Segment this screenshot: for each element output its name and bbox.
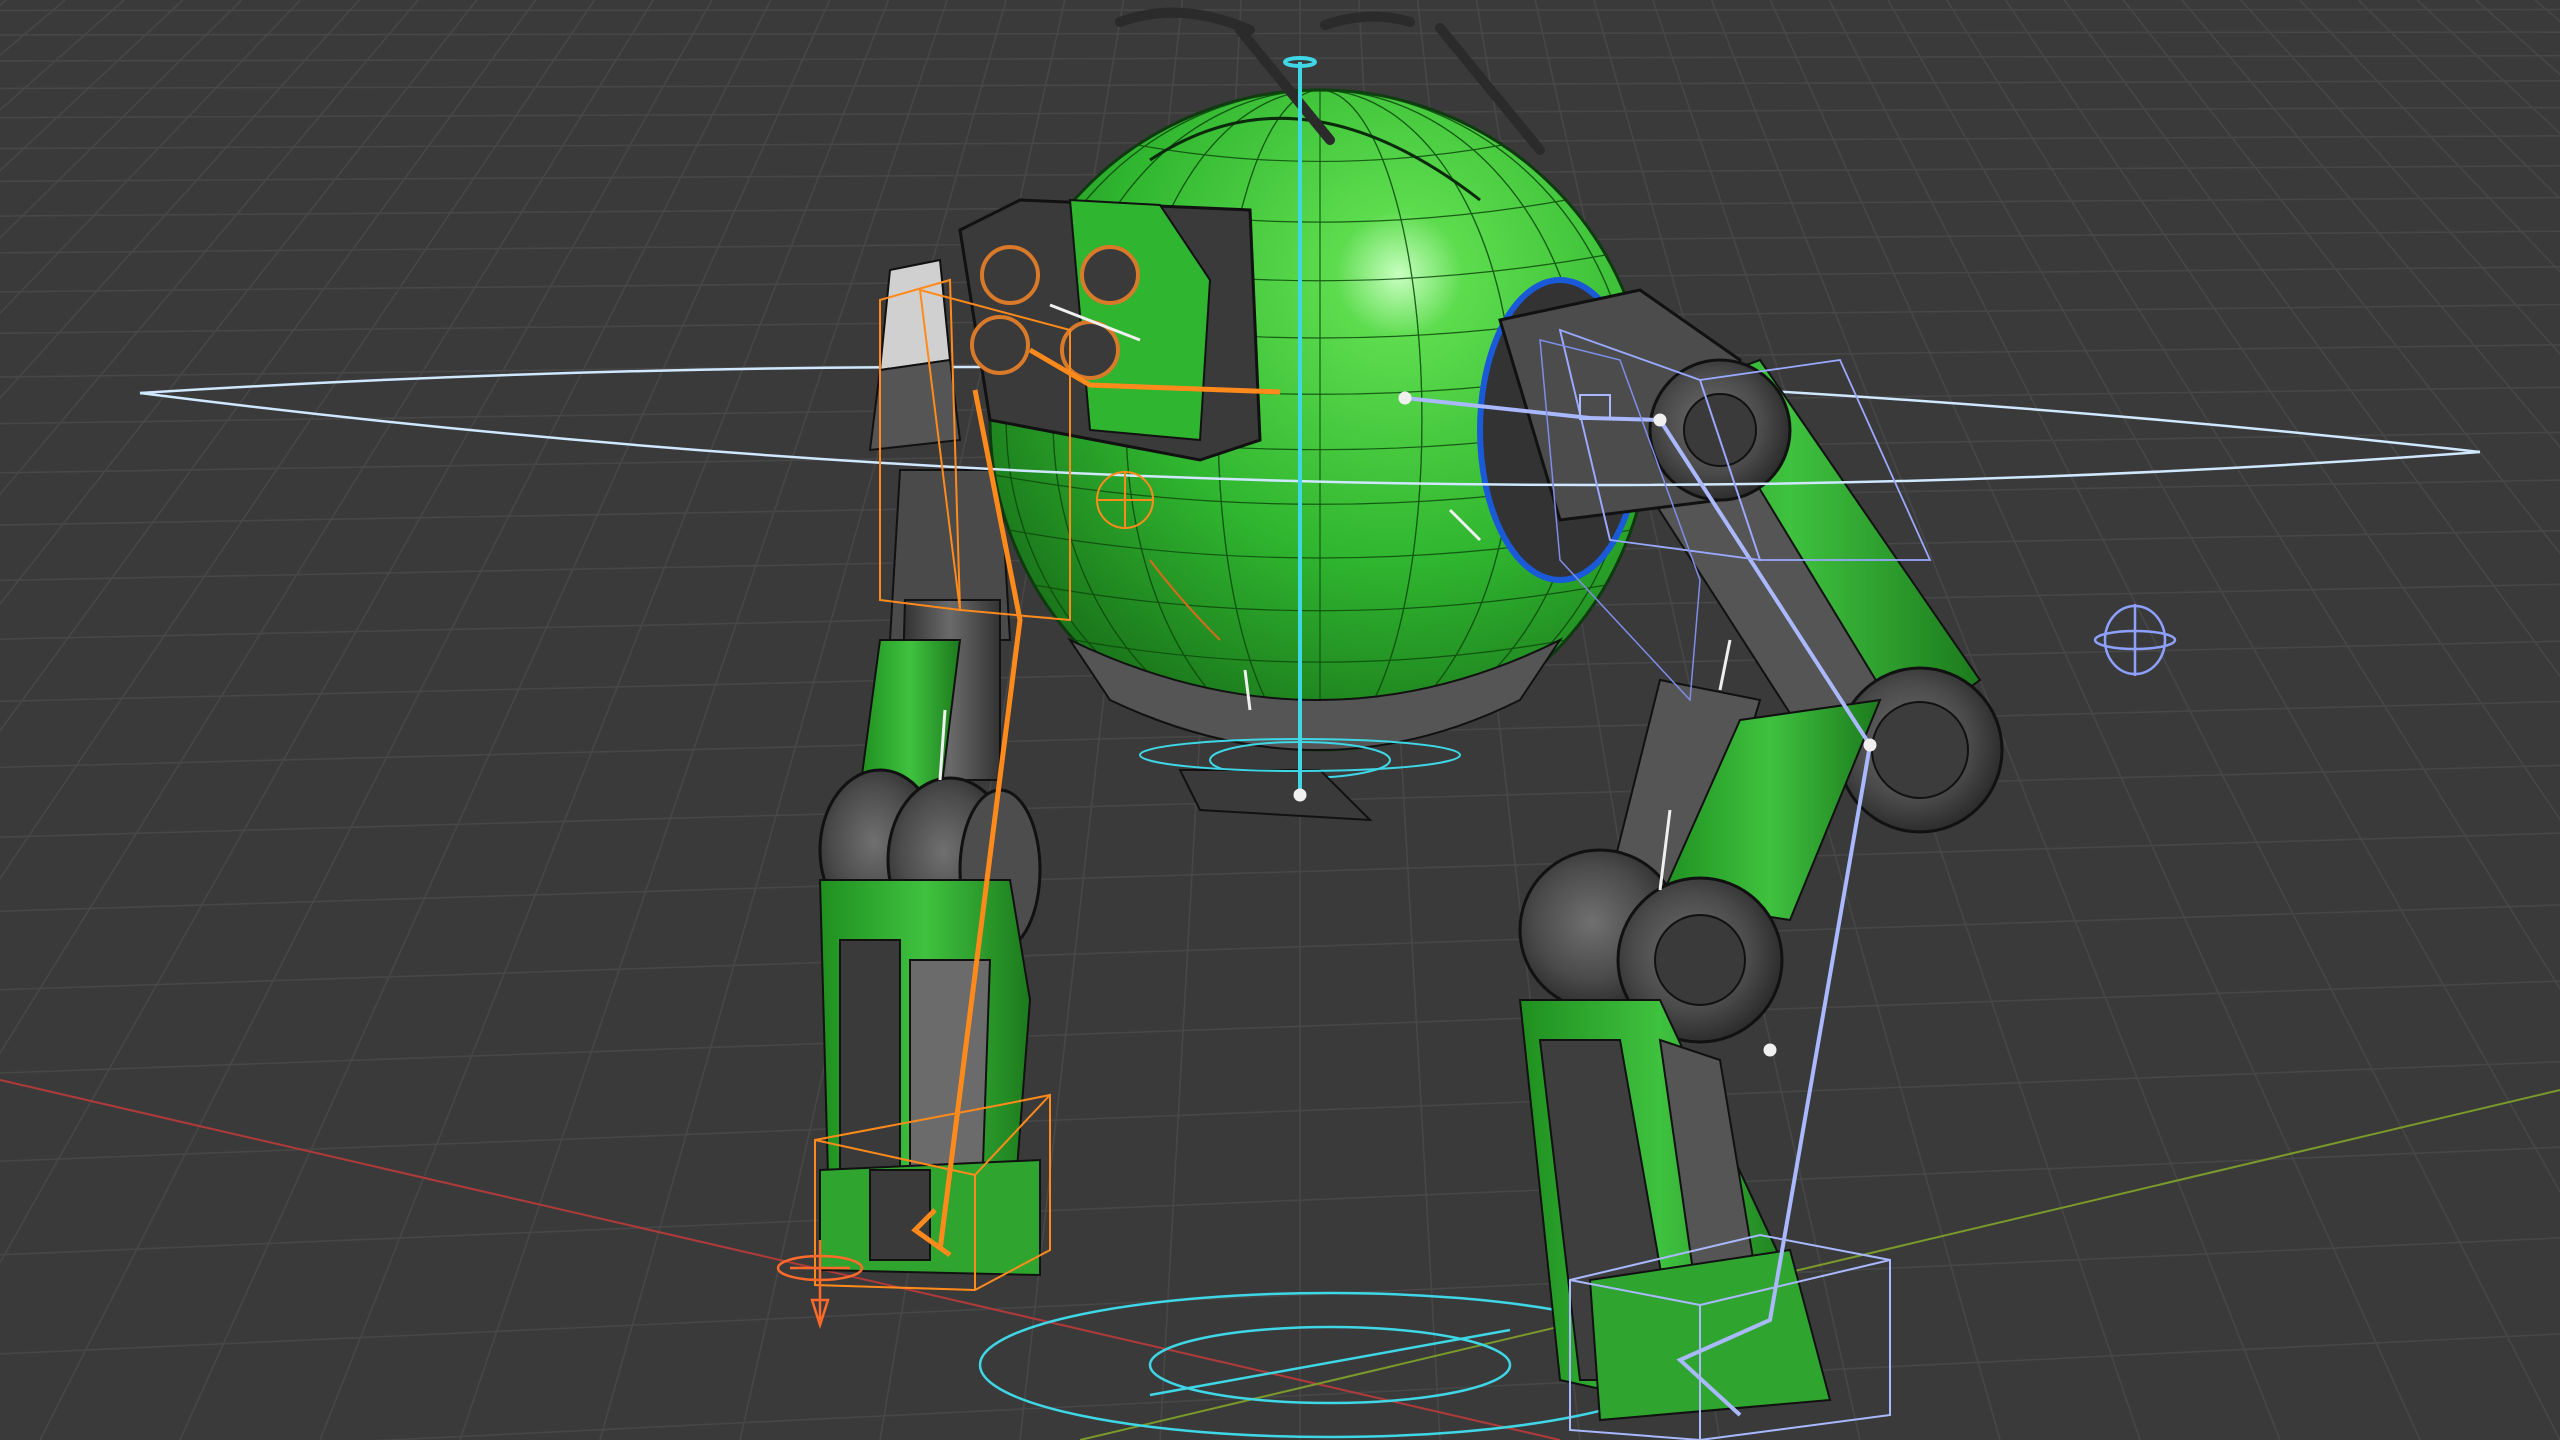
grid-line	[2240, 0, 2560, 355]
grid-line	[2063, 0, 2560, 678]
grid-line	[0, 8, 2560, 12]
grid-line	[0, 54, 2560, 62]
grid-line	[0, 980, 2560, 1074]
grid-line	[0, 904, 2560, 991]
grid-line	[2181, 0, 2560, 449]
grid-line	[0, 1237, 2560, 1355]
foot-control-icon[interactable]	[2093, 604, 2177, 676]
grid-line	[1946, 0, 2560, 991]
grid-line	[0, 1146, 2560, 1256]
grid-line	[2534, 0, 2560, 23]
bottom-sensor	[1178, 741, 1391, 822]
grid-line	[2299, 0, 2560, 273]
grid-line	[0, 1060, 2560, 1163]
viewport-canvas[interactable]	[0, 0, 2560, 1440]
grid-line	[372, 1333, 2560, 1440]
x-axis-line	[0, 1079, 1561, 1440]
grid-line	[2357, 0, 2560, 200]
pole-target-icon[interactable]	[1096, 471, 1154, 529]
grid-line	[2004, 0, 2560, 821]
grid-line	[0, 31, 2560, 36]
grid-line	[2416, 0, 2560, 135]
grid-line	[2122, 0, 2560, 555]
grid-line	[2475, 0, 2560, 76]
left-leg[interactable]	[818, 469, 1042, 1277]
3d-viewport[interactable]	[0, 0, 2560, 1440]
sensor-cluster	[868, 198, 1262, 462]
